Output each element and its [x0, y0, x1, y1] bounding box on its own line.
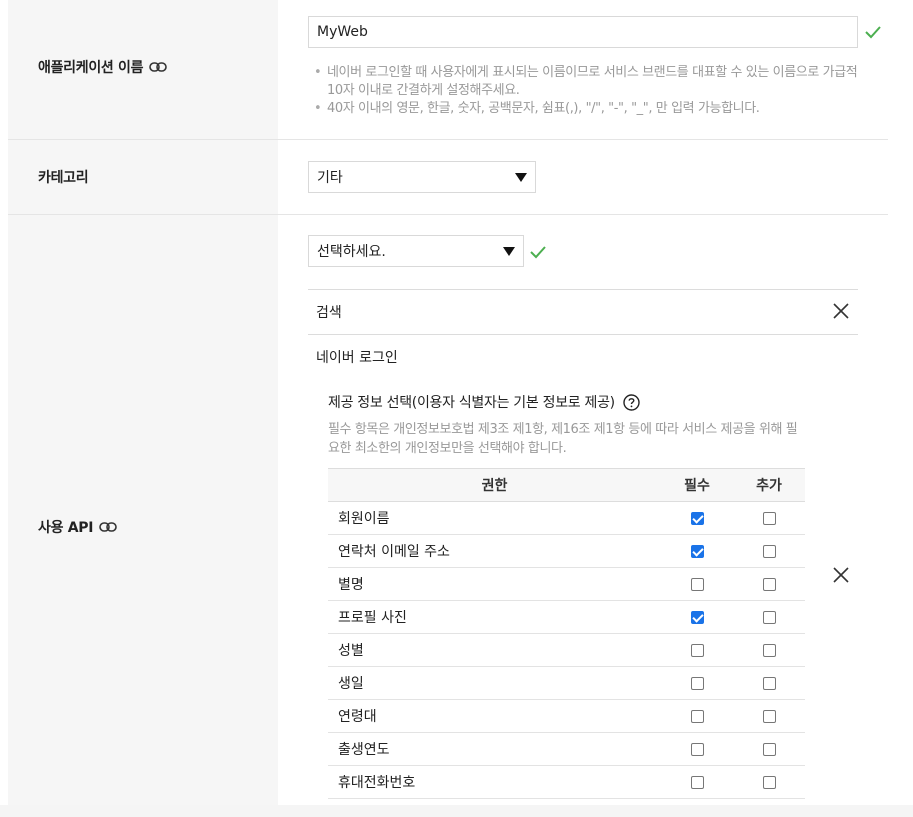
provide-info-description: 필수 항목은 개인정보보호법 제3조 제1항, 제16조 제1항 등에 따라 서… — [328, 422, 798, 456]
extra-checkbox[interactable] — [762, 610, 776, 624]
table-row: 회원이름 — [328, 501, 805, 535]
required-checkbox-cell — [661, 699, 733, 733]
extra-checkbox-cell — [733, 534, 805, 568]
check-icon — [865, 26, 881, 39]
label-column — [8, 0, 278, 817]
required-checkbox[interactable] — [690, 610, 704, 624]
help-item: 40자 이내의 영문, 한글, 숫자, 공백문자, 쉼표(,), "/", "-… — [312, 100, 872, 118]
table-row: 성별 — [328, 633, 805, 667]
table-row: 별명 — [328, 567, 805, 601]
permission-name: 프로필 사진 — [328, 600, 661, 634]
row-divider — [8, 139, 888, 140]
extra-checkbox-cell — [733, 567, 805, 601]
app-name-label: 애플리케이션 이름 — [38, 57, 168, 77]
provide-info-title-text: 제공 정보 선택(이용자 식별자는 기본 정보로 제공) — [328, 395, 615, 411]
link-icon — [149, 62, 168, 72]
extra-checkbox-cell — [733, 600, 805, 634]
api-divider — [308, 334, 858, 335]
caret-down-icon — [503, 247, 515, 256]
permission-name: 연락처 이메일 주소 — [328, 534, 661, 568]
api-item-search: 검색 — [316, 305, 342, 321]
required-checkbox-cell — [661, 633, 733, 667]
extra-checkbox[interactable] — [762, 511, 776, 525]
app-name-label-text: 애플리케이션 이름 — [38, 60, 144, 76]
permission-name: 출생연도 — [328, 732, 661, 766]
required-checkbox[interactable] — [690, 742, 704, 756]
extra-checkbox-cell — [733, 633, 805, 667]
api-item-naver-login: 네이버 로그인 — [316, 350, 398, 366]
extra-checkbox-cell — [733, 699, 805, 733]
extra-checkbox-cell — [733, 666, 805, 700]
api-select[interactable]: 선택하세요. — [308, 235, 524, 267]
required-checkbox[interactable] — [690, 544, 704, 558]
check-icon — [530, 246, 546, 259]
permission-name: 연령대 — [328, 699, 661, 733]
api-divider — [308, 289, 858, 290]
required-checkbox[interactable] — [690, 511, 704, 525]
column-header-extra: 추가 — [733, 468, 805, 502]
category-selected-value: 기타 — [317, 170, 343, 186]
required-checkbox-cell — [661, 765, 733, 799]
extra-checkbox[interactable] — [762, 775, 776, 789]
required-checkbox-cell — [661, 666, 733, 700]
permission-name: 생일 — [328, 666, 661, 700]
link-icon — [99, 522, 117, 532]
required-checkbox-cell — [661, 501, 733, 535]
extra-checkbox-cell — [733, 732, 805, 766]
help-item: 네이버 로그인할 때 사용자에게 표시되는 이름이므로 서비스 브랜드를 대표할… — [312, 64, 872, 100]
column-header-permission: 권한 — [328, 468, 661, 502]
table-row: 출생연도 — [328, 732, 805, 766]
permission-name: 성별 — [328, 633, 661, 667]
provide-info-title: 제공 정보 선택(이용자 식별자는 기본 정보로 제공) — [328, 392, 640, 412]
bottom-shade — [0, 805, 913, 817]
extra-checkbox-cell — [733, 501, 805, 535]
permission-name: 휴대전화번호 — [328, 765, 661, 799]
required-checkbox-cell — [661, 600, 733, 634]
extra-checkbox[interactable] — [762, 676, 776, 690]
extra-checkbox[interactable] — [762, 577, 776, 591]
extra-checkbox[interactable] — [762, 544, 776, 558]
table-row: 생일 — [328, 666, 805, 700]
required-checkbox-cell — [661, 567, 733, 601]
close-icon[interactable] — [833, 303, 849, 319]
category-select[interactable]: 기타 — [308, 161, 536, 193]
close-icon[interactable] — [833, 567, 849, 583]
api-label: 사용 API — [38, 517, 117, 537]
required-checkbox[interactable] — [690, 775, 704, 789]
app-name-input[interactable] — [308, 16, 858, 48]
column-header-required: 필수 — [661, 468, 733, 502]
app-name-help: 네이버 로그인할 때 사용자에게 표시되는 이름이므로 서비스 브랜드를 대표할… — [312, 64, 872, 118]
table-row: 프로필 사진 — [328, 600, 805, 634]
required-checkbox[interactable] — [690, 676, 704, 690]
caret-down-icon — [515, 173, 527, 182]
permission-name: 별명 — [328, 567, 661, 601]
api-label-text: 사용 API — [38, 520, 94, 536]
extra-checkbox[interactable] — [762, 709, 776, 723]
table-header-row: 권한 필수 추가 — [328, 468, 805, 502]
required-checkbox[interactable] — [690, 577, 704, 591]
row-divider — [8, 214, 888, 215]
required-checkbox[interactable] — [690, 643, 704, 657]
extra-checkbox[interactable] — [762, 643, 776, 657]
extra-checkbox-cell — [733, 765, 805, 799]
required-checkbox[interactable] — [690, 709, 704, 723]
category-label: 카테고리 — [38, 167, 89, 187]
question-circle-icon[interactable] — [623, 393, 640, 411]
permission-name: 회원이름 — [328, 501, 661, 535]
extra-checkbox[interactable] — [762, 742, 776, 756]
table-row: 휴대전화번호 — [328, 765, 805, 799]
table-row: 연락처 이메일 주소 — [328, 534, 805, 568]
required-checkbox-cell — [661, 534, 733, 568]
table-row: 연령대 — [328, 699, 805, 733]
api-select-value: 선택하세요. — [317, 244, 386, 260]
category-label-text: 카테고리 — [38, 170, 89, 186]
required-checkbox-cell — [661, 732, 733, 766]
permission-table: 권한 필수 추가 회원이름 연락처 이메일 주소 별명 프로필 사진 성별 생일 연령대 출생… — [328, 468, 805, 799]
